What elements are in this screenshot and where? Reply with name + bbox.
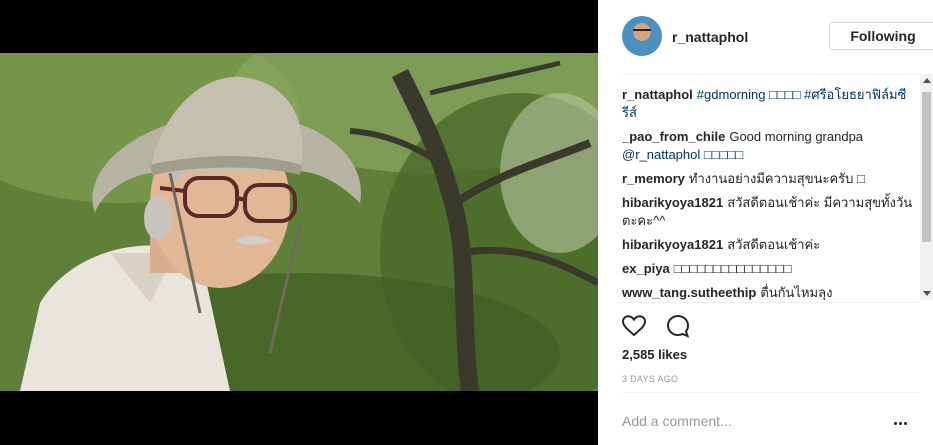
comment-mention[interactable]: @r_nattaphol □□□□□ — [622, 147, 743, 162]
add-comment-divider — [622, 392, 918, 393]
comment-item: _pao_from_chile Good morning grandpa @r_na… — [622, 128, 918, 164]
comment-bubble-icon[interactable] — [665, 313, 691, 339]
header-divider — [622, 74, 933, 75]
comments-scrollbar[interactable] — [920, 74, 933, 300]
scrollbar-thumb[interactable] — [922, 92, 931, 242]
post-photo[interactable] — [0, 53, 598, 391]
comment-username[interactable]: r_memory — [622, 171, 685, 186]
comments-divider — [622, 302, 918, 303]
post-timestamp[interactable]: 3 DAYS AGO — [622, 374, 678, 384]
comment-text: ตื่นกันไหมลุง — [760, 285, 833, 300]
comment-username[interactable]: hibarikyoya1821 — [622, 237, 723, 252]
comment-text: ทำงานอย่างมีความสุขนะครับ □ — [688, 171, 865, 186]
comment-item: hibarikyoya1821 สวัสดีตอนเช้าค่ะ — [622, 236, 918, 254]
comment-item: r_nattaphol #gdmorning □□□□ #ศรีอโยธยาฟิล… — [622, 86, 918, 122]
comment-text: □□□□□□□□□□□□□□□ — [673, 261, 792, 276]
comment-item: www_tang.sutheethip ตื่นกันไหมลุง — [622, 284, 918, 300]
post-header: r_nattaphol Following — [598, 0, 933, 74]
comment-item: hibarikyoya1821 สวัสดีตอนเช้าค่ะ มีความสุ… — [622, 194, 918, 230]
add-comment-input[interactable] — [622, 410, 882, 432]
comment-username[interactable]: _pao_from_chile — [622, 129, 725, 144]
avatar[interactable] — [622, 16, 662, 56]
scroll-up-arrow-icon[interactable] — [923, 78, 931, 83]
media-area — [0, 0, 598, 445]
comment-item: ex_piya □□□□□□□□□□□□□□□ — [622, 260, 918, 278]
post-author-username[interactable]: r_nattaphol — [672, 29, 748, 45]
comment-username[interactable]: hibarikyoya1821 — [622, 195, 723, 210]
comment-username[interactable]: r_nattaphol — [622, 87, 693, 102]
post-actions — [621, 313, 705, 341]
comment-text: สวัสดีตอนเช้าค่ะ — [727, 237, 821, 252]
following-button[interactable]: Following — [829, 22, 933, 50]
instagram-post-view: r_nattaphol Following r_nattaphol #gdmorn… — [0, 0, 933, 445]
comment-item: r_memory ทำงานอย่างมีความสุขนะครับ □ — [622, 170, 918, 188]
comments-list[interactable]: r_nattaphol #gdmorning □□□□ #ศรีอโยธยาฟิล… — [622, 86, 918, 300]
likes-count[interactable]: 2,585 likes — [622, 347, 687, 362]
comment-username[interactable]: ex_piya — [622, 261, 670, 276]
comment-username[interactable]: www_tang.sutheethip — [622, 285, 756, 300]
comment-text: Good morning grandpa — [729, 129, 864, 144]
scroll-down-arrow-icon[interactable] — [923, 291, 931, 296]
more-options-icon[interactable] — [893, 412, 913, 428]
heart-icon[interactable] — [621, 313, 647, 339]
